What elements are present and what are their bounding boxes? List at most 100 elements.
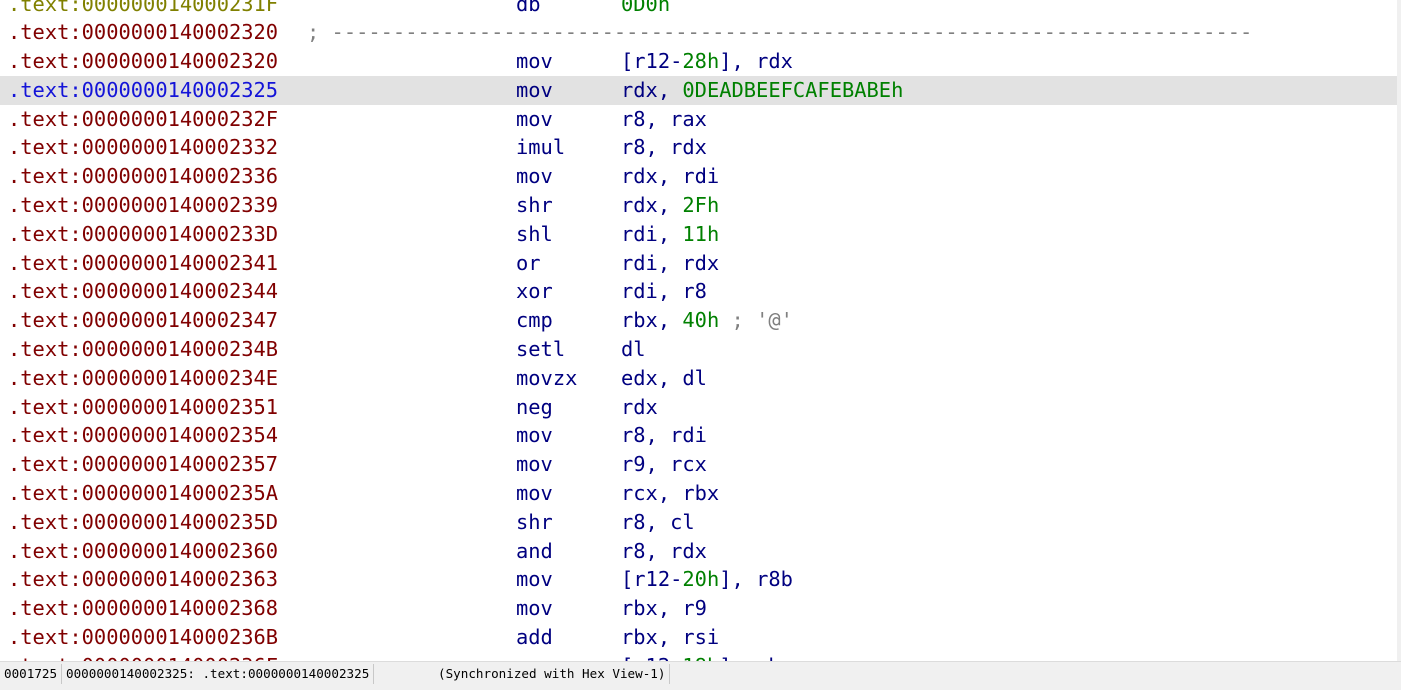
operand-text[interactable]: [r12- bbox=[621, 567, 682, 591]
operand-number[interactable]: 20h bbox=[682, 567, 719, 591]
disasm-line[interactable]: .text:0000000140002344 xor rdi, r8 bbox=[0, 277, 1397, 306]
operand-text[interactable]: rbx, r9 bbox=[621, 596, 707, 620]
instruction-operands[interactable]: rdi, r8 bbox=[621, 277, 707, 306]
instruction-mnemonic[interactable]: mov bbox=[516, 47, 553, 76]
instruction-mnemonic[interactable]: xor bbox=[516, 277, 553, 306]
instruction-operands[interactable]: r8, rdx bbox=[621, 133, 707, 162]
disasm-line[interactable]: .text:0000000140002351 neg rdx bbox=[0, 393, 1397, 422]
instruction-operands[interactable]: r8, cl bbox=[621, 508, 695, 537]
operand-text[interactable]: r8, rdx bbox=[621, 135, 707, 159]
instruction-mnemonic[interactable]: neg bbox=[516, 393, 553, 422]
line-address[interactable]: .text:000000014000236F bbox=[8, 652, 278, 661]
instruction-operands[interactable]: rdi, rdx bbox=[621, 249, 719, 278]
line-address[interactable]: .text:0000000140002320 bbox=[8, 47, 278, 76]
instruction-operands[interactable]: rdx bbox=[621, 393, 658, 422]
operand-text[interactable]: rdx, rdi bbox=[621, 164, 719, 188]
instruction-operands[interactable]: dl bbox=[621, 335, 646, 364]
instruction-mnemonic[interactable]: imul bbox=[516, 133, 565, 162]
disasm-line[interactable]: .text:0000000140002363 mov [r12-20h], r8b bbox=[0, 565, 1397, 594]
instruction-operands[interactable]: rcx, rbx bbox=[621, 479, 719, 508]
operand-text[interactable]: rdx, bbox=[621, 193, 682, 217]
operand-text[interactable]: ], rdx bbox=[719, 49, 793, 73]
line-address[interactable]: .text:0000000140002339 bbox=[8, 191, 278, 220]
operand-number[interactable]: 0D0h bbox=[621, 0, 670, 16]
instruction-mnemonic[interactable]: movzx bbox=[516, 364, 577, 393]
line-address[interactable]: .text:0000000140002351 bbox=[8, 393, 278, 422]
disasm-line[interactable]: .text:000000014000233D shl rdi, 11h bbox=[0, 220, 1397, 249]
instruction-mnemonic[interactable]: shl bbox=[516, 220, 553, 249]
vertical-scrollbar[interactable] bbox=[1397, 0, 1401, 661]
line-address[interactable]: .text:000000014000235A bbox=[8, 479, 278, 508]
operand-number[interactable]: 40h bbox=[682, 308, 719, 332]
disasm-line[interactable]: .text:000000014000236F mov [r12-18h], rbx bbox=[0, 652, 1397, 661]
disasm-line[interactable]: .text:000000014000235A mov rcx, rbx bbox=[0, 479, 1397, 508]
instruction-mnemonic[interactable]: mov bbox=[516, 479, 553, 508]
instruction-operands[interactable]: rdi, 11h bbox=[621, 220, 719, 249]
instruction-operands[interactable]: rdx, 0DEADBEEFCAFEBABEh bbox=[621, 76, 903, 105]
instruction-mnemonic[interactable]: shr bbox=[516, 191, 553, 220]
instruction-mnemonic[interactable]: mov bbox=[516, 105, 553, 134]
instruction-mnemonic[interactable]: shr bbox=[516, 508, 553, 537]
instruction-mnemonic[interactable]: mov bbox=[516, 652, 553, 661]
operand-text[interactable]: r8, rdi bbox=[621, 423, 707, 447]
operand-text[interactable]: rdi, rdx bbox=[621, 251, 719, 275]
instruction-mnemonic[interactable]: mov bbox=[516, 162, 553, 191]
line-address[interactable]: .text:000000014000231F bbox=[8, 0, 278, 18]
line-address[interactable]: .text:0000000140002363 bbox=[8, 565, 278, 594]
instruction-operands[interactable]: r8, rdx bbox=[621, 537, 707, 566]
operand-text[interactable]: rdx bbox=[621, 395, 658, 419]
operand-text[interactable]: rdx, bbox=[621, 78, 682, 102]
instruction-operands[interactable]: r8, rdi bbox=[621, 421, 707, 450]
instruction-operands[interactable]: rdx, rdi bbox=[621, 162, 719, 191]
instruction-mnemonic[interactable]: cmp bbox=[516, 306, 553, 335]
line-address[interactable]: .text:000000014000233D bbox=[8, 220, 278, 249]
instruction-mnemonic[interactable]: db bbox=[516, 0, 541, 18]
line-address[interactable]: .text:000000014000234B bbox=[8, 335, 278, 364]
operand-text[interactable]: r8, rax bbox=[621, 107, 707, 131]
disasm-line[interactable]: .text:0000000140002325 mov rdx, 0DEADBEEFC… bbox=[0, 75, 1397, 105]
line-address[interactable]: .text:000000014000232F bbox=[8, 105, 278, 134]
disasm-line[interactable]: .text:0000000140002341 or rdi, rdx bbox=[0, 249, 1397, 278]
operand-number[interactable]: 2Fh bbox=[682, 193, 719, 217]
instruction-mnemonic[interactable]: or bbox=[516, 249, 541, 278]
operand-text[interactable]: ], r8b bbox=[719, 567, 793, 591]
disasm-line[interactable]: .text:0000000140002336 mov rdx, rdi bbox=[0, 162, 1397, 191]
operand-text[interactable]: rdi, r8 bbox=[621, 279, 707, 303]
operand-number[interactable]: 0DEADBEEFCAFEBABEh bbox=[682, 78, 903, 102]
operand-text[interactable]: r8, cl bbox=[621, 510, 695, 534]
operand-text[interactable]: rbx, rsi bbox=[621, 625, 719, 649]
disasm-line[interactable]: .text:000000014000232F mov r8, rax bbox=[0, 105, 1397, 134]
operand-number[interactable]: 28h bbox=[682, 49, 719, 73]
line-address[interactable]: .text:0000000140002347 bbox=[8, 306, 278, 335]
instruction-mnemonic[interactable]: mov bbox=[516, 565, 553, 594]
line-address[interactable]: .text:000000014000235D bbox=[8, 508, 278, 537]
disasm-line[interactable]: .text:0000000140002320 mov [r12-28h], rdx bbox=[0, 47, 1397, 76]
disasm-line[interactable]: .text:0000000140002339 shr rdx, 2Fh bbox=[0, 191, 1397, 220]
instruction-mnemonic[interactable]: and bbox=[516, 537, 553, 566]
instruction-operands[interactable]: edx, dl bbox=[621, 364, 707, 393]
line-address[interactable]: .text:0000000140002336 bbox=[8, 162, 278, 191]
instruction-mnemonic[interactable]: mov bbox=[516, 421, 553, 450]
operand-text[interactable]: rbx, bbox=[621, 308, 682, 332]
operand-text[interactable]: [r12- bbox=[621, 49, 682, 73]
disasm-line[interactable]: .text:000000014000231F db 0D0h bbox=[0, 0, 1397, 18]
operand-text[interactable]: [r12- bbox=[621, 654, 682, 661]
line-address[interactable]: .text:0000000140002368 bbox=[8, 594, 278, 623]
disasm-line[interactable]: .text:0000000140002354 mov r8, rdi bbox=[0, 421, 1397, 450]
line-address[interactable]: .text:0000000140002354 bbox=[8, 421, 278, 450]
operand-text[interactable]: rcx, rbx bbox=[621, 481, 719, 505]
instruction-operands[interactable]: r9, rcx bbox=[621, 450, 707, 479]
operand-text[interactable]: dl bbox=[621, 337, 646, 361]
instruction-operands[interactable]: [r12-18h], rbx bbox=[621, 652, 793, 661]
line-address[interactable]: .text:0000000140002360 bbox=[8, 537, 278, 566]
operand-text[interactable]: r8, rdx bbox=[621, 539, 707, 563]
line-address[interactable]: .text:0000000140002341 bbox=[8, 249, 278, 278]
instruction-operands[interactable]: rdx, 2Fh bbox=[621, 191, 719, 220]
line-address[interactable]: .text:0000000140002325 bbox=[8, 76, 278, 105]
instruction-mnemonic[interactable]: mov bbox=[516, 450, 553, 479]
operand-text[interactable]: r9, rcx bbox=[621, 452, 707, 476]
disasm-line[interactable]: .text:000000014000236B add rbx, rsi bbox=[0, 623, 1397, 652]
disasm-line[interactable]: .text:0000000140002347 cmp rbx, 40h ; '@' bbox=[0, 306, 1397, 335]
disasm-line[interactable]: .text:0000000140002368 mov rbx, r9 bbox=[0, 594, 1397, 623]
instruction-operands[interactable]: rbx, 40h ; '@' bbox=[621, 306, 793, 335]
